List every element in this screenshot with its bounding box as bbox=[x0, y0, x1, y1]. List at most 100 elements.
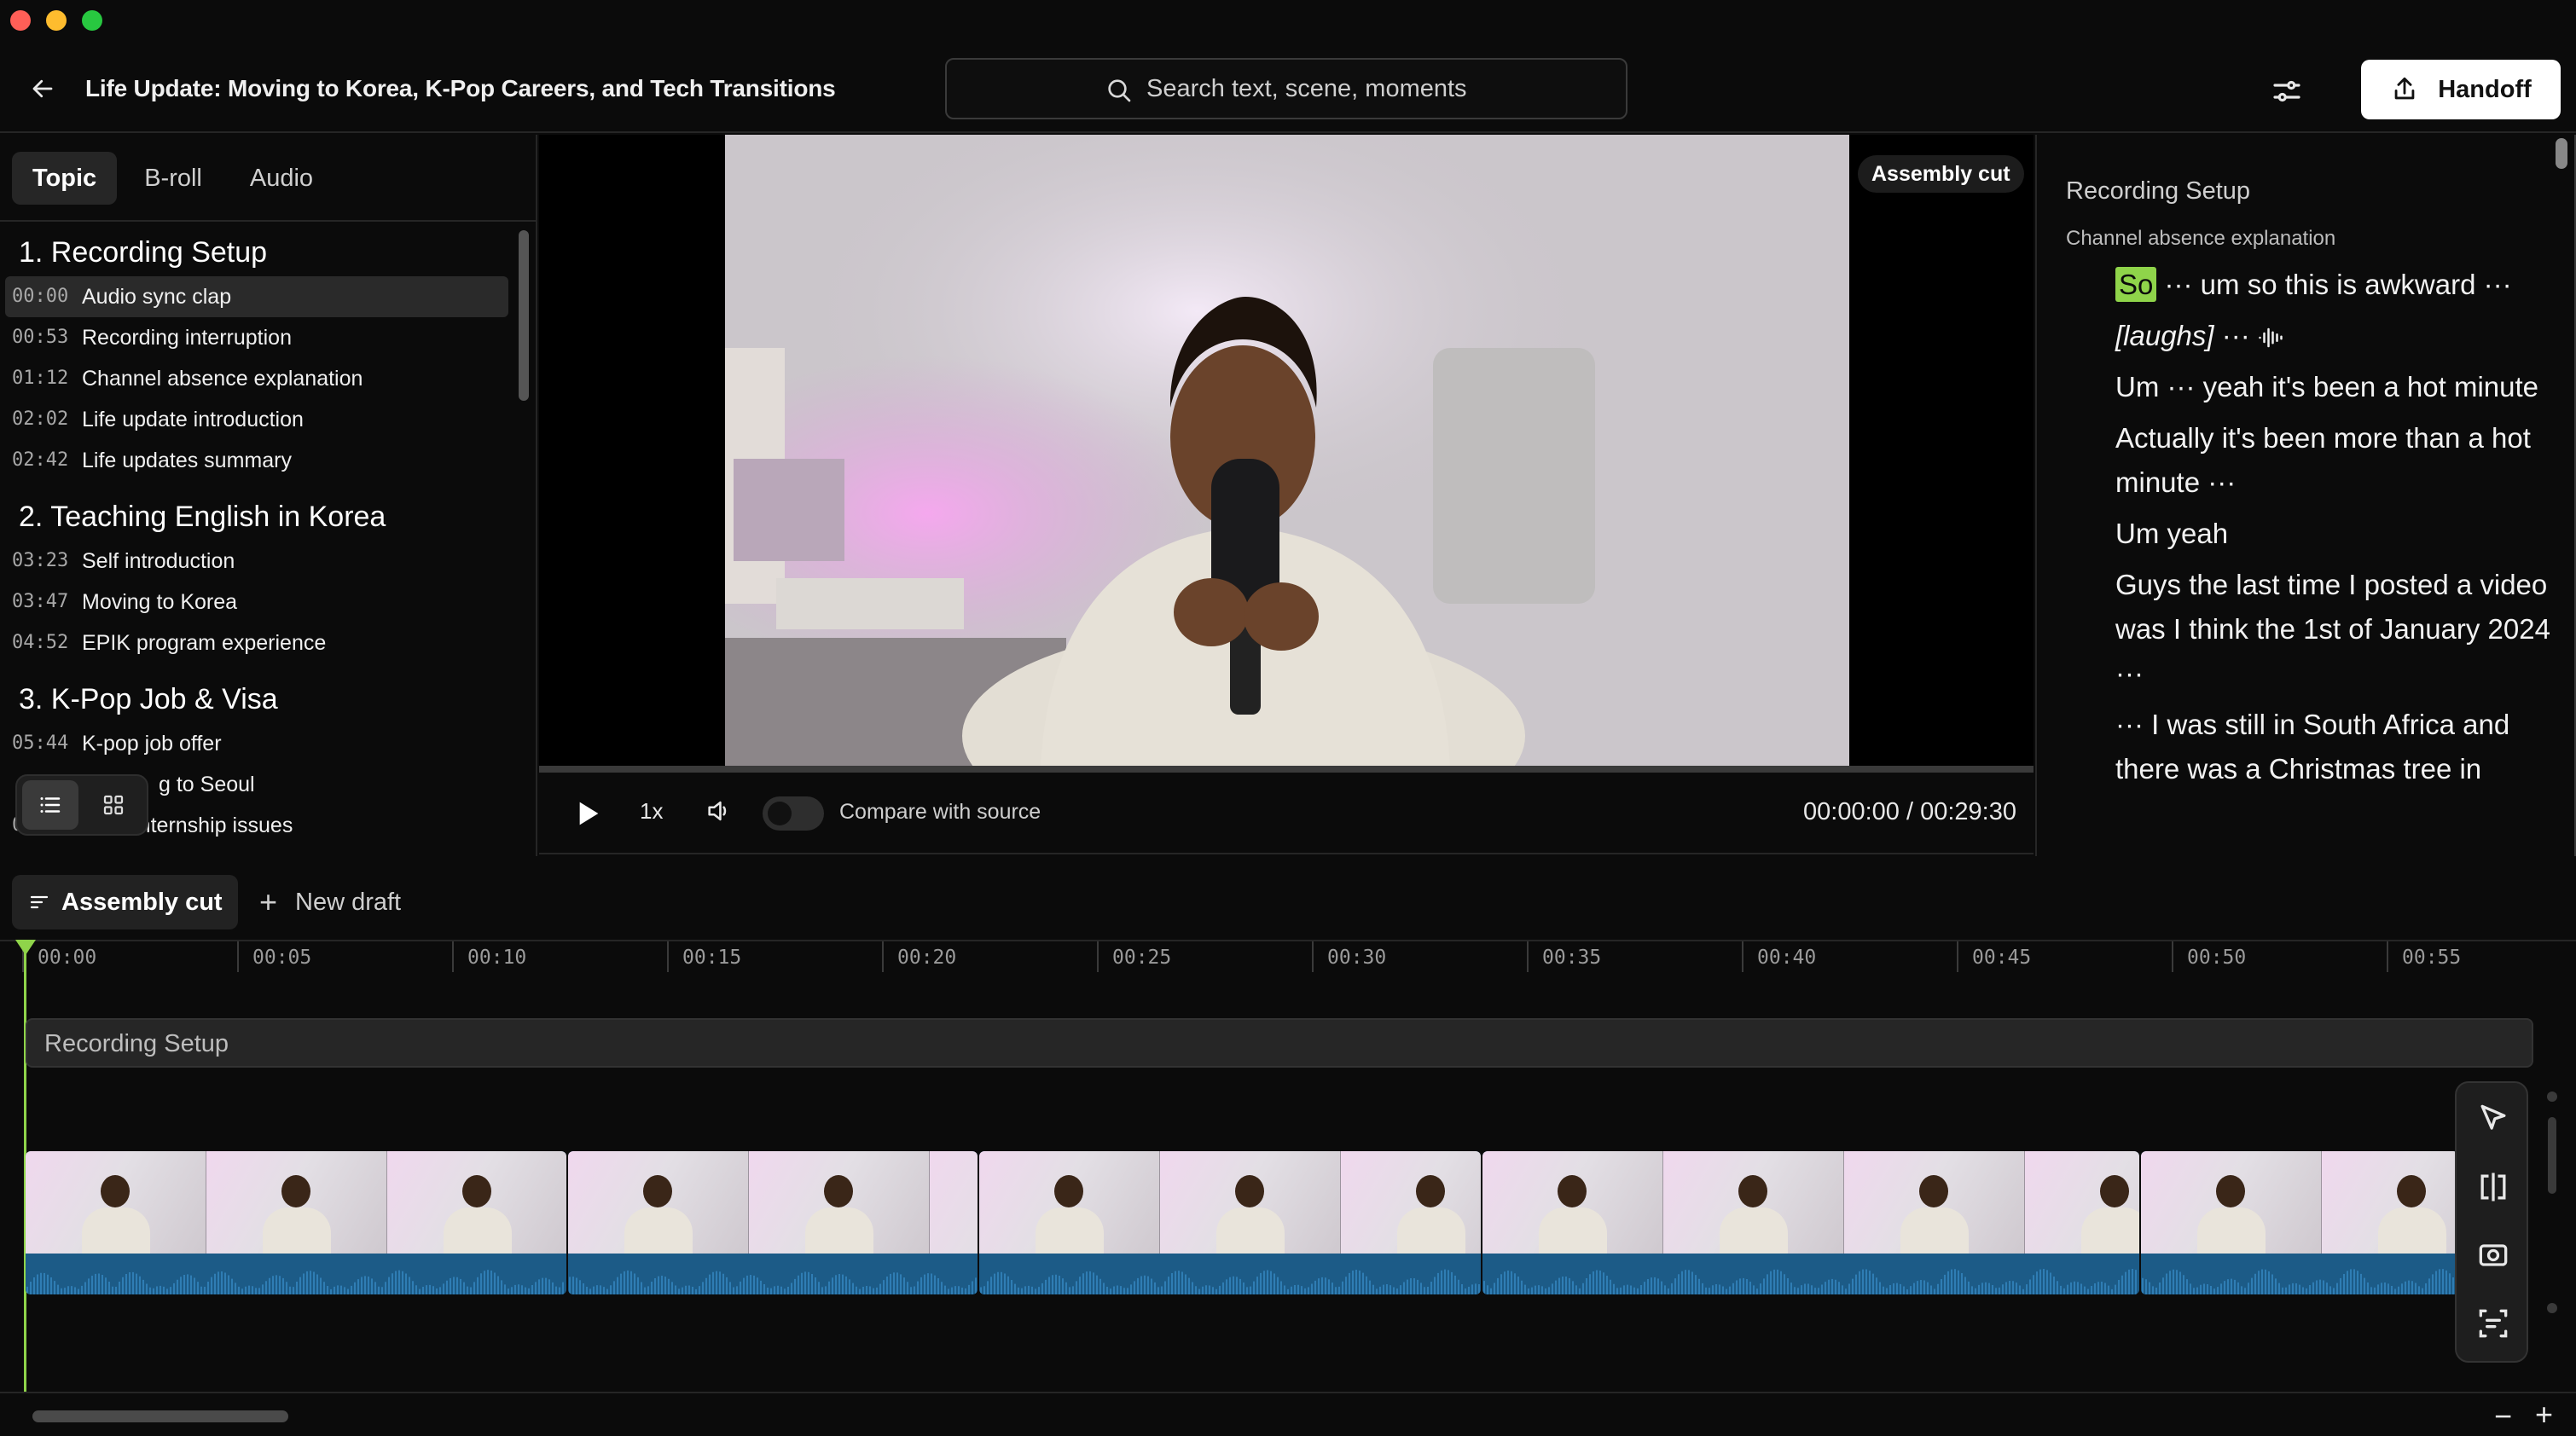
transcript-line[interactable]: Um yeah bbox=[2115, 512, 2550, 556]
search-input[interactable] bbox=[1146, 72, 1590, 106]
compare-toggle[interactable] bbox=[763, 796, 824, 831]
minimize-window-button[interactable] bbox=[46, 10, 67, 31]
timeline-horizontal-scrollbar[interactable] bbox=[32, 1410, 288, 1422]
grid-view-button[interactable] bbox=[85, 780, 142, 830]
playback-speed[interactable]: 1x bbox=[640, 798, 663, 825]
ruler-tick bbox=[237, 941, 239, 972]
captions-icon[interactable] bbox=[2474, 1305, 2512, 1342]
close-window-button[interactable] bbox=[10, 10, 31, 31]
clip-thumbnail bbox=[1341, 1151, 1481, 1254]
list-view-button[interactable] bbox=[22, 780, 78, 830]
list-item[interactable]: 02:42 Life updates summary bbox=[5, 440, 508, 481]
clip-thumbnail bbox=[1482, 1151, 1663, 1254]
outline-panel: Topic B-roll Audio 1. Recording Setup 00… bbox=[0, 135, 537, 856]
clip-thumbnail bbox=[1663, 1151, 1844, 1254]
list-item[interactable]: 01:12 Channel absence explanation bbox=[5, 358, 508, 399]
video-clip[interactable] bbox=[979, 1151, 1481, 1294]
back-button[interactable] bbox=[24, 70, 61, 107]
list-item[interactable]: 03:47 Moving to Korea bbox=[5, 582, 508, 622]
transcript-body: So ··· um so this is awkward ··· [laughs… bbox=[2115, 263, 2550, 798]
handoff-button[interactable]: Handoff bbox=[2361, 60, 2561, 119]
arrow-left-icon bbox=[32, 79, 53, 98]
transcript-line[interactable]: Um ··· yeah it's been a hot minute bbox=[2115, 365, 2550, 409]
maximize-window-button[interactable] bbox=[82, 10, 102, 31]
page-title: Life Update: Moving to Korea, K-Pop Care… bbox=[85, 75, 836, 101]
transcript-scrollbar[interactable] bbox=[2556, 138, 2567, 169]
list-item[interactable]: 00:00 Audio sync clap bbox=[5, 276, 508, 317]
ruler-tick bbox=[452, 941, 454, 972]
sort-icon bbox=[30, 895, 49, 909]
video-clip[interactable] bbox=[26, 1151, 566, 1294]
timeline-toolbar: Assembly cut + New draft bbox=[0, 870, 2576, 941]
sliders-icon bbox=[2273, 80, 2300, 102]
clip-thumbnails bbox=[979, 1151, 1481, 1254]
ruler-tick-label: 00:00 bbox=[38, 947, 97, 969]
outline-scrollbar[interactable] bbox=[519, 230, 529, 401]
zoom-out-button[interactable]: − bbox=[2494, 1398, 2512, 1434]
clip-thumbnail bbox=[1844, 1151, 2025, 1254]
ruler-tick bbox=[1097, 941, 1099, 972]
list-item[interactable]: 03:23 Self introduction bbox=[5, 541, 508, 582]
section-track-label: Recording Setup bbox=[44, 1030, 229, 1057]
transcript-line[interactable]: [laughs] ··· bbox=[2115, 314, 2550, 358]
timeline-ruler[interactable]: 00:00 00:05 00:10 00:15 00:20 00:25 00:30 00:35… bbox=[0, 940, 2576, 981]
clip-thumbnails bbox=[26, 1151, 566, 1254]
section-title[interactable]: 3. K-Pop Job & Visa bbox=[0, 675, 512, 723]
section-track[interactable]: Recording Setup bbox=[26, 1018, 2533, 1068]
ruler-tick-label: 00:25 bbox=[1112, 947, 1172, 969]
video-frame[interactable] bbox=[725, 135, 1849, 766]
replace-media-icon[interactable] bbox=[2474, 1236, 2512, 1274]
ruler-tick-label: 00:10 bbox=[467, 947, 527, 969]
share-icon bbox=[2394, 77, 2415, 100]
timecode: 00:00:00 / 00:29:30 bbox=[1803, 798, 2016, 825]
split-icon[interactable] bbox=[2474, 1168, 2512, 1206]
clip-thumbnail bbox=[387, 1151, 566, 1254]
ruler-tick-label: 00:30 bbox=[1327, 947, 1387, 969]
video-player[interactable]: Assembly cut bbox=[539, 135, 2034, 766]
clip-thumbnails bbox=[568, 1151, 978, 1254]
video-clip[interactable] bbox=[568, 1151, 978, 1294]
transcript-line[interactable]: Actually it's been more than a hot minut… bbox=[2115, 416, 2550, 505]
list-item[interactable]: 00:53 Recording interruption bbox=[5, 317, 508, 358]
ruler-tick bbox=[2387, 941, 2388, 972]
speaker-icon bbox=[708, 801, 727, 821]
search-box[interactable] bbox=[945, 58, 1627, 119]
list-item[interactable]: 05:44 K-pop job offer bbox=[5, 723, 508, 764]
list-item[interactable]: 04:52 EPIK program experience bbox=[5, 622, 508, 663]
ruler-tick-label: 00:05 bbox=[252, 947, 312, 969]
tab-broll[interactable]: B-roll bbox=[124, 152, 223, 205]
transcript-subtitle: Channel absence explanation bbox=[2066, 227, 2336, 250]
timeline-vertical-scrollbar[interactable] bbox=[2547, 1091, 2557, 1330]
transcript-line[interactable]: So ··· um so this is awkward ··· bbox=[2115, 263, 2550, 307]
transcript-title: Recording Setup bbox=[2066, 177, 2251, 205]
new-draft-button[interactable]: + New draft bbox=[256, 875, 401, 929]
ruler-tick-label: 00:45 bbox=[1972, 947, 2032, 969]
window-controls bbox=[10, 10, 102, 31]
video-progress[interactable] bbox=[539, 766, 2034, 773]
draft-tab-assembly-cut[interactable]: Assembly cut bbox=[12, 875, 238, 929]
ruler-tick-label: 00:40 bbox=[1757, 947, 1817, 969]
transcript-line[interactable]: ··· I was still in South Africa and ther… bbox=[2115, 703, 2550, 791]
ruler-tick-label: 00:50 bbox=[2187, 947, 2247, 969]
clip-thumbnail bbox=[1160, 1151, 1341, 1254]
highlighted-word[interactable]: So bbox=[2115, 267, 2157, 302]
volume-button[interactable] bbox=[705, 796, 739, 831]
ruler-tick-label: 00:15 bbox=[682, 947, 742, 969]
filter-button[interactable] bbox=[2269, 73, 2305, 109]
handoff-label: Handoff bbox=[2438, 75, 2532, 103]
list-item[interactable]: 02:02 Life update introduction bbox=[5, 399, 508, 440]
video-track bbox=[26, 1151, 2458, 1294]
tab-topic[interactable]: Topic bbox=[12, 152, 118, 205]
ruler-tick bbox=[2172, 941, 2173, 972]
audio-waveform bbox=[1482, 1254, 2139, 1294]
section-title[interactable]: 2. Teaching English in Korea bbox=[0, 493, 512, 541]
transcript-line[interactable]: Guys the last time I posted a video was … bbox=[2115, 563, 2550, 696]
video-clip[interactable] bbox=[2141, 1151, 2458, 1294]
play-button[interactable] bbox=[570, 796, 604, 831]
tab-audio[interactable]: Audio bbox=[229, 152, 334, 205]
list-icon bbox=[40, 797, 61, 813]
zoom-in-button[interactable]: + bbox=[2535, 1397, 2553, 1433]
video-clip[interactable] bbox=[1482, 1151, 2139, 1294]
cursor-icon[interactable] bbox=[2474, 1100, 2512, 1138]
section-title[interactable]: 1. Recording Setup bbox=[0, 229, 512, 276]
